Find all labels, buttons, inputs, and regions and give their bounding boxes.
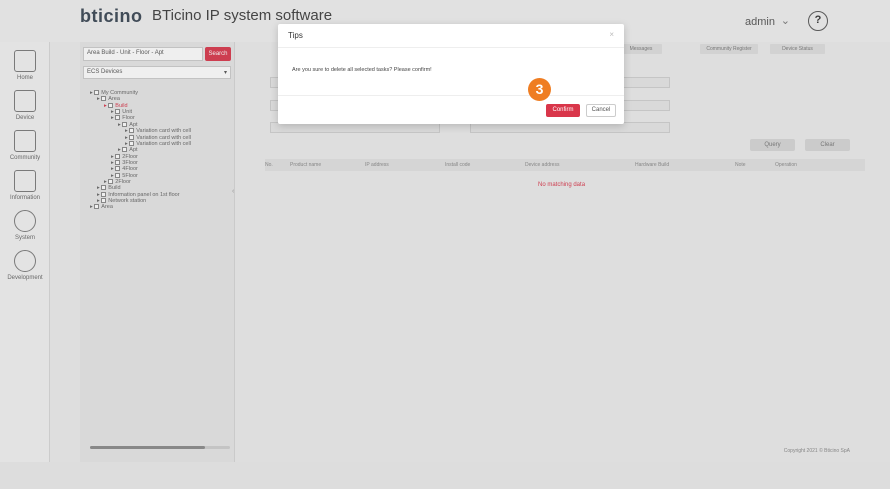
step-badge: 3 <box>528 78 551 101</box>
confirm-dialog: Tips × Are you sure to delete all select… <box>278 24 624 124</box>
page: bticino BTicino IP system software admin… <box>0 0 890 489</box>
dialog-message: Are you sure to delete all selected task… <box>292 67 432 73</box>
dialog-title: Tips <box>288 31 303 40</box>
cancel-button[interactable]: Cancel <box>586 104 616 117</box>
divider <box>278 47 624 48</box>
divider <box>278 95 624 96</box>
confirm-button[interactable]: Confirm <box>546 104 580 117</box>
close-icon[interactable]: × <box>609 30 614 39</box>
